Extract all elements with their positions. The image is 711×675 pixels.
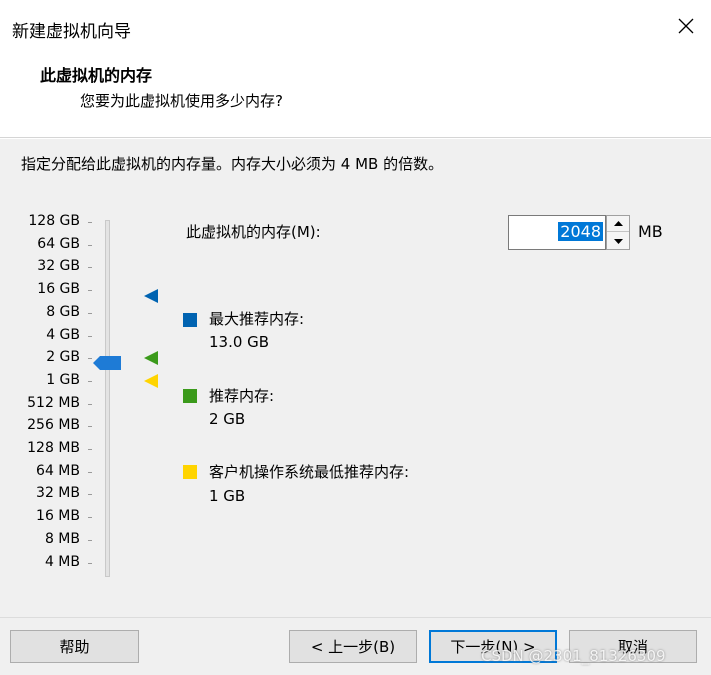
scale-label: 32 MB <box>36 485 80 502</box>
title-bar: 新建虚拟机向导 <box>0 0 711 46</box>
scale-label: 32 GB <box>37 258 80 275</box>
scale-tick <box>88 267 92 269</box>
scale-label: 8 GB <box>46 303 80 320</box>
page-subtitle: 您要为此虚拟机使用多少内存? <box>80 92 283 110</box>
arrow-down-icon <box>613 238 623 244</box>
next-button[interactable]: 下一步(N) > <box>429 630 557 663</box>
page-title: 此虚拟机的内存 <box>40 66 153 85</box>
instruction-text: 指定分配给此虚拟机的内存量。内存大小必须为 4 MB 的倍数。 <box>21 155 444 173</box>
recommended-label: 推荐内存: <box>209 387 275 405</box>
help-button[interactable]: 帮助 <box>10 630 139 663</box>
scale-tick <box>88 403 92 405</box>
scale-label: 16 MB <box>36 508 80 525</box>
memory-slider-track[interactable] <box>105 220 110 577</box>
close-icon <box>678 18 694 34</box>
max-recommended-label: 最大推荐内存: <box>209 310 305 328</box>
memory-slider-thumb[interactable] <box>93 356 121 370</box>
memory-input[interactable]: 2048 <box>508 215 606 250</box>
min-recommended-marker <box>144 373 158 388</box>
scale-tick <box>88 335 92 337</box>
memory-spinner[interactable] <box>606 215 630 250</box>
scale-tick <box>88 562 92 564</box>
memory-value: 2048 <box>558 222 603 241</box>
window-title: 新建虚拟机向导 <box>12 22 131 42</box>
memory-label: 此虚拟机的内存(M): <box>186 223 321 241</box>
scale-label: 4 GB <box>46 326 80 343</box>
scale-label: 8 MB <box>44 530 80 547</box>
scale-tick <box>88 449 92 450</box>
min-recommended-label: 客户机操作系统最低推荐内存: <box>209 463 410 481</box>
scale-label: 128 GB <box>28 213 80 229</box>
memory-unit: MB <box>638 222 663 241</box>
recommended-value: 2 GB <box>209 410 246 428</box>
max-recommended-value: 13.0 GB <box>209 333 270 351</box>
scale-label: 64 GB <box>37 235 80 252</box>
scale-tick <box>88 380 92 382</box>
recommended-marker <box>144 351 158 366</box>
scale-tick <box>88 222 92 223</box>
wizard-content: 指定分配给此虚拟机的内存量。内存大小必须为 4 MB 的倍数。 128 GB 64… <box>0 139 711 675</box>
scale-label: 128 MB <box>27 440 80 456</box>
scale-tick <box>88 312 92 314</box>
scale-tick <box>88 426 92 428</box>
scale-tick <box>88 539 92 541</box>
scale-label: 16 GB <box>37 281 80 298</box>
scale-tick <box>88 290 92 292</box>
max-recommended-swatch <box>183 313 197 327</box>
scale-label: 2 GB <box>46 349 80 366</box>
scale-tick <box>88 494 92 496</box>
min-recommended-swatch <box>183 465 197 479</box>
back-button[interactable]: < 上一步(B) <box>289 630 417 663</box>
min-recommended-value: 1 GB <box>209 487 246 505</box>
max-recommended-marker <box>144 289 158 304</box>
scale-label: 64 MB <box>36 462 80 479</box>
scale-tick <box>88 471 92 473</box>
scale-label: 1 GB <box>46 371 80 388</box>
scale-label: 4 MB <box>44 553 80 570</box>
scale-label: 512 MB <box>27 394 80 411</box>
scale-tick <box>88 358 92 360</box>
arrow-up-icon <box>613 221 623 226</box>
scale-label: 256 MB <box>27 417 80 434</box>
spin-down-button[interactable] <box>607 233 629 249</box>
recommended-swatch <box>183 389 197 403</box>
wizard-header: 此虚拟机的内存 您要为此虚拟机使用多少内存? <box>0 46 711 138</box>
spin-up-button[interactable] <box>607 216 629 232</box>
footer-divider <box>0 617 711 618</box>
scale-tick <box>88 244 92 246</box>
close-button[interactable] <box>675 15 697 37</box>
scale-tick <box>88 517 92 519</box>
cancel-button[interactable]: 取消 <box>569 630 697 663</box>
